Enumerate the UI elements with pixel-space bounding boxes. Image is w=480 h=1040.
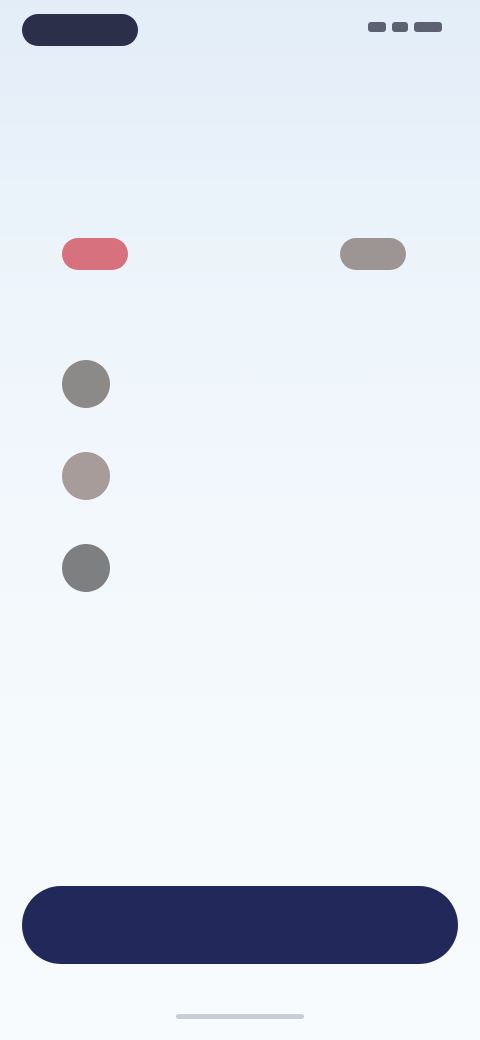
signal-icon bbox=[368, 22, 386, 32]
home-team[interactable] bbox=[62, 238, 140, 270]
home-team-badge-icon bbox=[62, 238, 128, 270]
player-option[interactable] bbox=[62, 338, 418, 430]
player-option[interactable] bbox=[62, 522, 418, 614]
match-teams bbox=[62, 234, 418, 274]
player-avatar bbox=[62, 544, 110, 592]
home-indicator bbox=[176, 1014, 304, 1019]
away-team-badge-icon bbox=[340, 238, 406, 270]
question-title bbox=[62, 98, 418, 190]
player-list bbox=[62, 338, 418, 614]
player-avatar bbox=[62, 452, 110, 500]
main-content bbox=[62, 98, 418, 648]
battery-icon bbox=[414, 22, 442, 32]
primary-action-button[interactable] bbox=[22, 886, 458, 964]
away-team[interactable] bbox=[340, 238, 418, 270]
player-avatar bbox=[62, 360, 110, 408]
status-bar bbox=[0, 0, 480, 60]
status-icons bbox=[368, 22, 442, 32]
player-option[interactable] bbox=[62, 430, 418, 522]
wifi-icon bbox=[392, 22, 408, 32]
status-time-pill bbox=[22, 14, 138, 46]
